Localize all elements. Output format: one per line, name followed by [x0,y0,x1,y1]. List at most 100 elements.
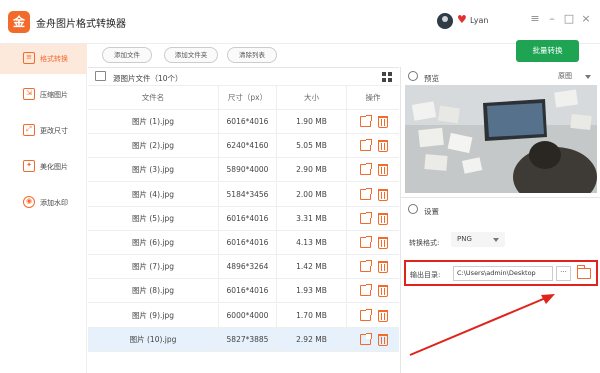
file-dimensions: 6016*4016 [218,110,276,134]
watermark-icon: ◉ [23,196,35,208]
open-file-icon[interactable] [360,332,372,345]
file-name: 图片 (7).jpg [132,262,174,272]
output-directory-box: 输出目录: C:\Users\admin\Desktop ··· [404,260,598,286]
add-file-button[interactable]: 添加文件 [102,47,152,63]
settings-label: 设置 [424,207,439,216]
beautify-icon: ✦ [23,160,35,172]
file-size: 1.70 MB [276,303,346,328]
image-icon [95,71,106,81]
eye-icon [408,71,418,81]
row-actions [346,158,399,183]
sidebar-item-label: 美化图片 [40,163,68,171]
row-actions [346,279,399,304]
delete-icon[interactable] [378,285,388,298]
app-logo-icon: 金 [8,11,30,33]
preview-label: 预览 [424,74,439,83]
open-file-icon[interactable] [360,115,372,127]
add-folder-button[interactable]: 添加文件夹 [164,47,218,63]
table-row[interactable]: 图片 (9).jpg 6000*4000 1.70 MB [88,303,399,328]
table-row[interactable]: 图片 (6).jpg 6016*4016 4.13 MB [88,231,399,255]
open-file-icon[interactable] [360,187,372,200]
file-dimensions: 5184*3456 [218,182,276,207]
delete-icon[interactable] [378,212,388,225]
delete-icon[interactable] [378,116,388,128]
file-name: 图片 (1).jpg [132,117,174,126]
file-name: 图片 (3).jpg [132,165,174,175]
table-row[interactable]: 图片 (4).jpg 5184*3456 2.00 MB [88,182,399,207]
format-select[interactable]: PNG [451,232,505,247]
vip-heart-icon: ♥ [457,13,467,26]
column-header-name: 文件名 [141,93,165,102]
title-bar: 金 金舟图片格式转换器 ♥ Lyan ≡ – □ × [0,0,600,44]
sidebar-item-compress[interactable]: ⇲ 压缩图片 [0,80,87,110]
grid-view-icon[interactable] [382,72,392,82]
delete-icon[interactable] [378,140,388,153]
preview-background-select[interactable]: 原图 [544,70,594,83]
file-dimensions: 6016*4016 [218,206,276,231]
sidebar: ≡ 格式转换 ⇲ 压缩图片 ⤢ 更改尺寸 ✦ 美化图片 ◉ 添加水印 [0,44,87,373]
source-files-label: 源图片文件（10个） [113,74,183,83]
open-folder-icon[interactable] [577,265,591,279]
delete-icon[interactable] [378,164,388,177]
sidebar-item-label: 添加水印 [40,199,68,207]
open-file-icon[interactable] [360,260,372,273]
row-actions [346,182,399,207]
clear-list-button[interactable]: 清除列表 [227,47,277,63]
table-row[interactable]: 图片 (8).jpg 6016*4016 1.93 MB [88,279,399,304]
minimize-button[interactable]: – [545,12,559,25]
file-size: 1.42 MB [276,255,346,280]
file-dimensions: 6016*4016 [218,279,276,304]
row-actions [346,303,399,328]
file-name: 图片 (4).jpg [132,189,174,199]
sidebar-item-watermark[interactable]: ◉ 添加水印 [0,188,87,218]
file-size: 5.05 MB [276,134,346,159]
output-path-field[interactable]: C:\Users\admin\Desktop [453,266,553,281]
settings-panel: 设置 转换格式: PNG 输出目录: C:\Users\admin\Deskto… [400,197,600,373]
preview-image [405,85,597,193]
file-dimensions: 6000*4000 [218,303,276,328]
compress-icon: ⇲ [23,88,35,100]
delete-icon[interactable] [378,261,388,274]
open-file-icon[interactable] [360,284,372,297]
maximize-button[interactable]: □ [562,12,576,25]
file-dimensions: 6016*4016 [218,231,276,255]
file-size: 1.90 MB [276,110,346,134]
settings-gear-icon [408,204,418,214]
delete-icon[interactable] [378,237,388,249]
open-file-icon[interactable] [360,308,372,321]
open-file-icon[interactable] [360,236,372,248]
table-row[interactable]: 图片 (2).jpg 6240*4160 5.05 MB [88,134,399,159]
batch-convert-button[interactable]: 批量转换 [516,40,579,62]
table-row[interactable]: 图片 (1).jpg 6016*4016 1.90 MB [88,110,399,134]
column-header-actions: 操作 [346,86,399,110]
table-row[interactable]: 图片 (3).jpg 5890*4000 2.90 MB [88,158,399,183]
username[interactable]: Lyan [470,16,488,25]
row-actions [346,327,399,352]
table-row[interactable]: 图片 (10).jpg 5827*3885 2.92 MB [88,327,399,352]
table-row[interactable]: 图片 (7).jpg 4896*3264 1.42 MB [88,255,399,280]
table-header-row: 文件名 尺寸（px） 大小 操作 [88,86,399,110]
delete-icon[interactable] [378,309,388,322]
close-button[interactable]: × [579,12,593,25]
file-name: 图片 (10).jpg [129,334,177,344]
convert-icon: ≡ [23,52,35,64]
file-size: 3.31 MB [276,206,346,231]
sidebar-item-beautify[interactable]: ✦ 美化图片 [0,152,87,182]
file-name: 图片 (9).jpg [132,310,174,320]
open-file-icon[interactable] [360,139,372,152]
sidebar-item-label: 更改尺寸 [40,127,68,135]
row-actions [346,206,399,231]
table-row[interactable]: 图片 (5).jpg 6016*4016 3.31 MB [88,206,399,231]
sidebar-item-resize[interactable]: ⤢ 更改尺寸 [0,116,87,146]
file-dimensions: 5827*3885 [218,327,276,352]
delete-icon[interactable] [378,188,388,201]
open-file-icon[interactable] [360,211,372,224]
delete-icon[interactable] [378,333,388,346]
open-file-icon[interactable] [360,163,372,176]
file-dimensions: 4896*3264 [218,255,276,280]
user-avatar[interactable] [437,13,453,29]
file-table: 源图片文件（10个） 文件名 尺寸（px） 大小 操作 图片 (1).jpg 60… [88,67,399,373]
browse-button[interactable]: ··· [556,266,571,281]
sidebar-item-format-convert[interactable]: ≡ 格式转换 [0,44,87,74]
menu-icon[interactable]: ≡ [528,12,542,25]
